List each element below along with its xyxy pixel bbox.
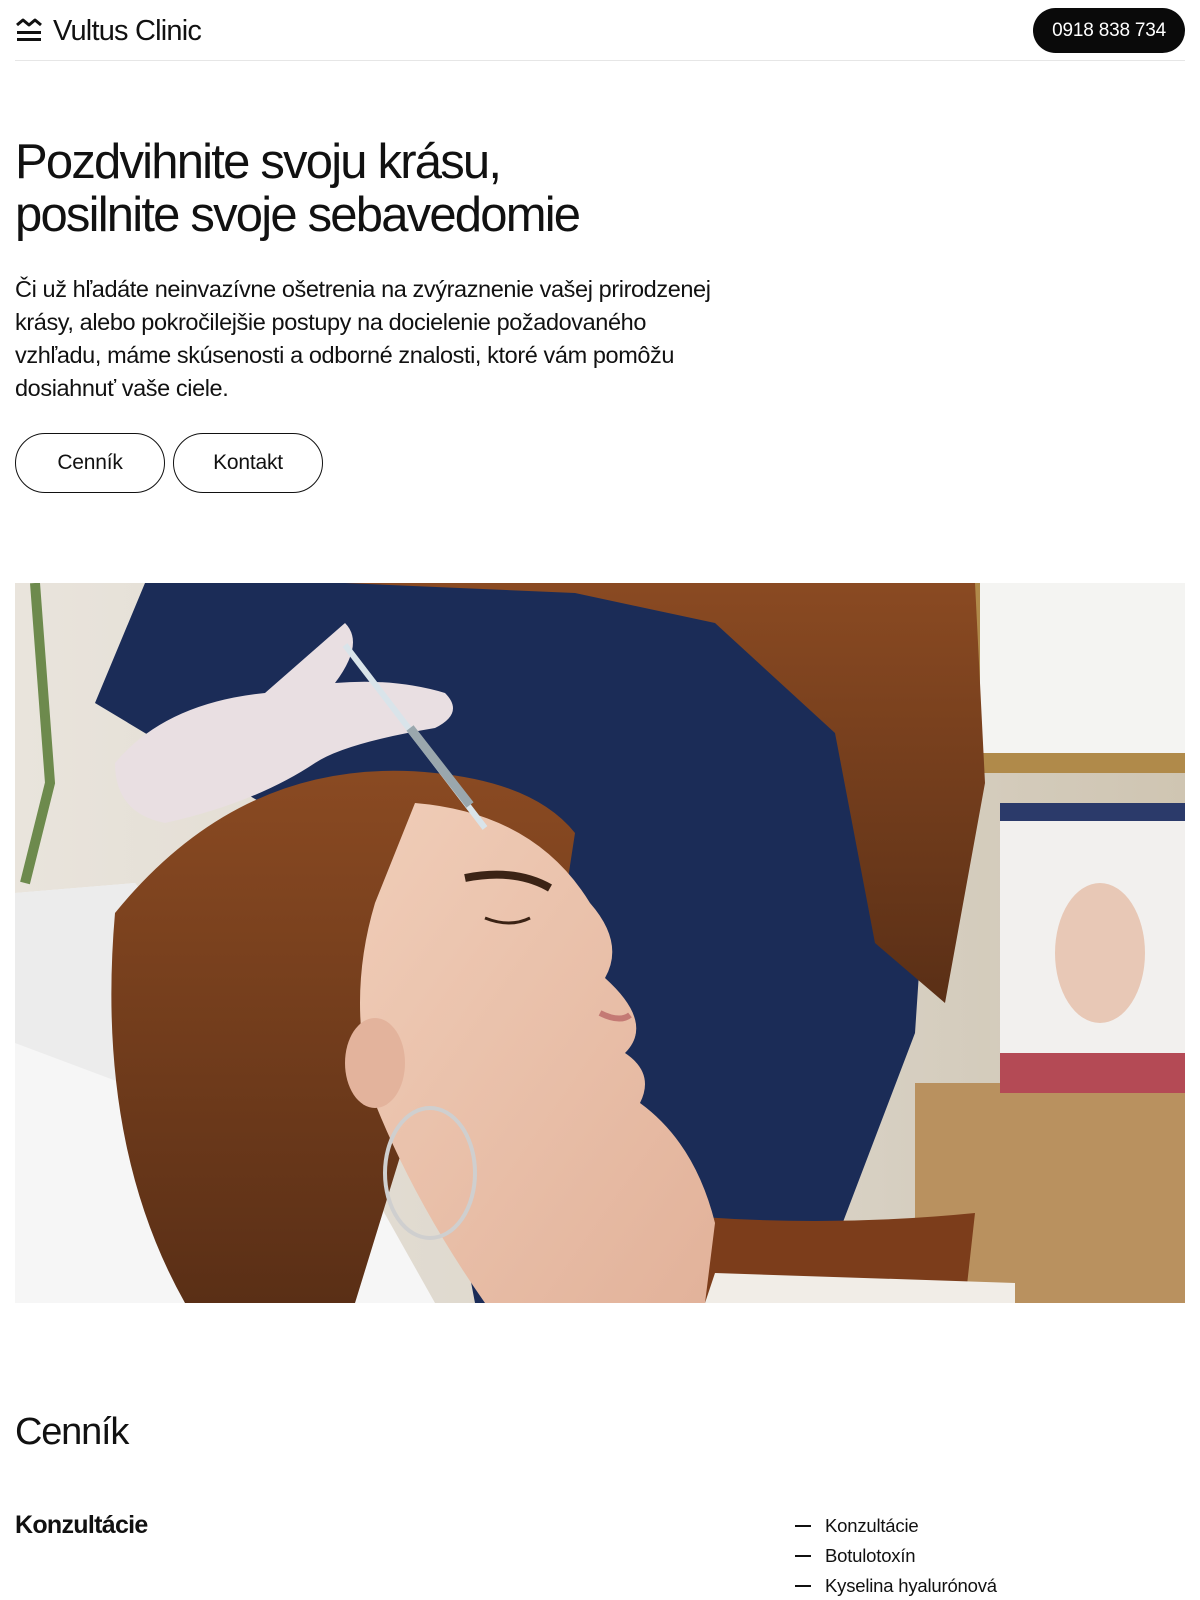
hero-title-line-2: posilnite svoje sebavedomie	[15, 188, 581, 242]
dash-icon	[795, 1585, 811, 1587]
hero-title: Pozdvihnite svoju krásu, posilnite svoje…	[15, 136, 915, 242]
nav-item-label: Konzultácie	[825, 1515, 919, 1536]
nav-item-hyaluronic-acid[interactable]: Kyselina hyalurónová	[795, 1571, 997, 1600]
nav-item-label: Kyselina hyalurónová	[825, 1575, 997, 1596]
hero-photo	[15, 583, 1185, 1303]
contact-button[interactable]: Kontakt	[173, 433, 323, 493]
site-header: Vultus Clinic 0918 838 734	[15, 0, 1185, 61]
logo[interactable]: Vultus Clinic	[15, 15, 202, 47]
dash-icon	[795, 1525, 811, 1527]
hero-title-line-1: Pozdvihnite svoju krásu,	[15, 135, 502, 189]
phone-button[interactable]: 0918 838 734	[1033, 8, 1185, 53]
category-title-consultations: Konzultácie	[15, 1511, 148, 1539]
wave-lines-logo-icon	[16, 18, 42, 41]
pricing-button[interactable]: Cenník	[15, 433, 165, 493]
nav-item-label: Botulotoxín	[825, 1545, 916, 1566]
brand-name: Vultus Clinic	[53, 15, 202, 47]
pricing-section-title: Cenník	[15, 1411, 129, 1453]
dash-icon	[795, 1555, 811, 1557]
nav-item-consultations[interactable]: Konzultácie	[795, 1511, 997, 1541]
hero-description: Či už hľadáte neinvazívne ošetrenia na z…	[15, 276, 711, 401]
hero-buttons: Cenník Kontakt	[15, 433, 323, 493]
treatment-photo-illustration	[15, 583, 1185, 1303]
pricing-category-nav: Konzultácie Botulotoxín Kyselina hyaluró…	[795, 1511, 997, 1600]
nav-item-botulotoxin[interactable]: Botulotoxín	[795, 1541, 997, 1571]
